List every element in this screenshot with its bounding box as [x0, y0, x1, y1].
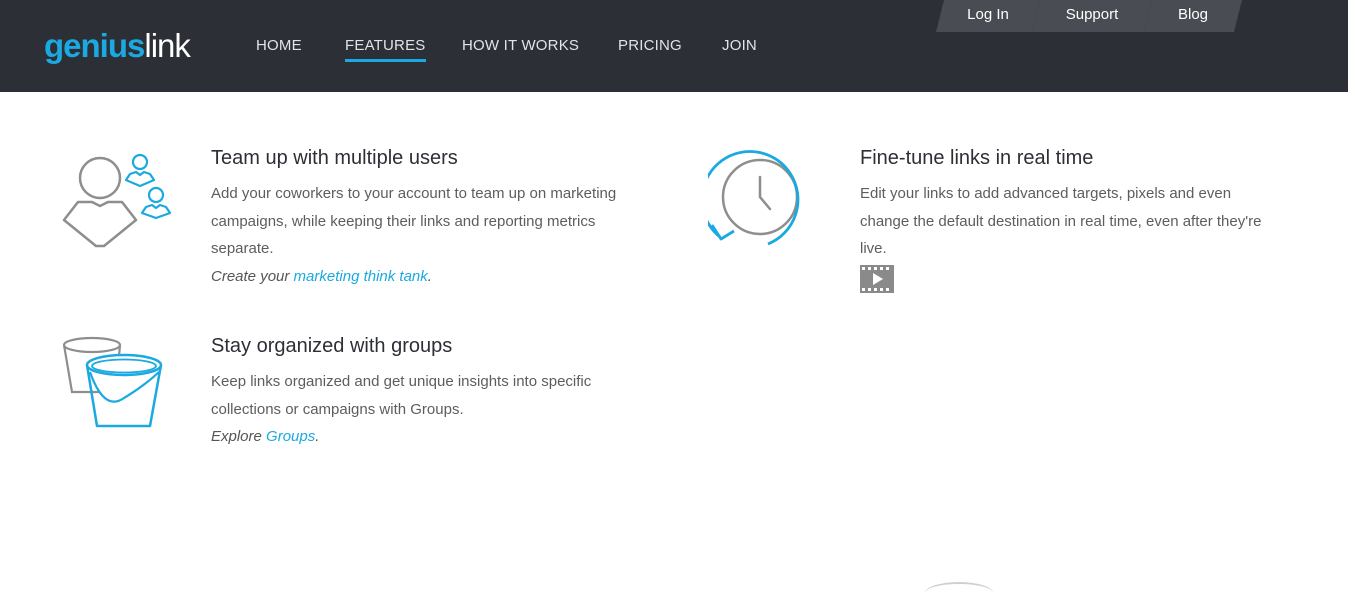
groups-cta-prefix: Explore: [211, 428, 267, 445]
next-section-circle: [925, 582, 993, 604]
groups-cta-suffix: .: [315, 428, 320, 445]
realtime-feature-title: Fine-tune links in real time: [860, 147, 1094, 169]
site-header: geniuslink HOME FEATURES HOW IT WORKS PR…: [0, 0, 1348, 92]
buckets-icon: [62, 336, 163, 428]
team-cta-prefix: Create your: [211, 268, 294, 285]
blog-tab[interactable]: Blog: [1144, 0, 1242, 32]
nav-features[interactable]: FEATURES: [345, 37, 426, 62]
team-cta-suffix: .: [427, 268, 432, 285]
support-tab[interactable]: Support: [1032, 0, 1152, 32]
genius-link-logo[interactable]: geniuslink: [44, 26, 191, 66]
team-feature-description: Add your coworkers to your account to te…: [211, 185, 617, 257]
nav-home[interactable]: HOME: [256, 37, 302, 54]
groups-feature-title: Stay organized with groups: [211, 335, 453, 357]
team-feature-title: Team up with multiple users: [211, 147, 458, 169]
marketing-think-tank-link[interactable]: marketing think tank: [294, 268, 428, 285]
nav-how-it-works[interactable]: HOW IT WORKS: [462, 37, 579, 54]
realtime-feature-description: Edit your links to add advanced targets,…: [860, 185, 1262, 257]
groups-feature-cta: Explore Groups.: [211, 428, 319, 445]
users-icon: [62, 153, 172, 248]
nav-join[interactable]: JOIN: [722, 37, 757, 54]
video-icon[interactable]: [860, 265, 894, 293]
clock-refresh-icon: [708, 150, 800, 246]
nav-pricing[interactable]: PRICING: [618, 37, 682, 54]
login-tab[interactable]: Log In: [936, 0, 1040, 32]
groups-feature-description: Keep links organized and get unique insi…: [211, 373, 592, 418]
team-feature-cta: Create your marketing think tank.: [211, 268, 432, 285]
groups-link[interactable]: Groups: [266, 428, 315, 445]
